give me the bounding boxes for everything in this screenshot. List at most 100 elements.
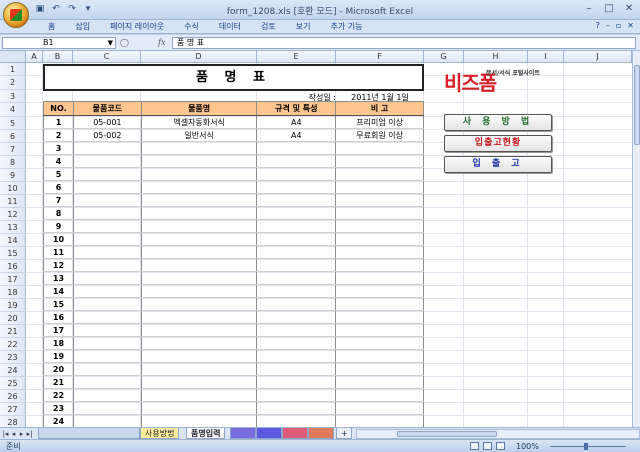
cell-code[interactable]	[72, 297, 142, 311]
sheet-tab-blue[interactable]	[256, 428, 282, 439]
row-header[interactable]: 20	[0, 312, 26, 325]
tab-data[interactable]: 데이터	[209, 21, 251, 33]
cell-note[interactable]	[335, 219, 424, 233]
cell-no[interactable]: 2	[43, 128, 74, 142]
cell-note[interactable]	[335, 271, 424, 285]
cell-no[interactable]: 24	[43, 414, 74, 427]
cell-note[interactable]	[335, 232, 424, 246]
cell-note[interactable]	[335, 414, 424, 427]
cell-no[interactable]: 10	[43, 232, 74, 246]
row-header[interactable]: 24	[0, 364, 26, 377]
cell-name[interactable]	[140, 414, 258, 427]
row-header[interactable]: 14	[0, 234, 26, 247]
cell-name[interactable]	[140, 375, 258, 389]
header-name[interactable]: 물품명	[140, 101, 258, 116]
row-header[interactable]: 12	[0, 208, 26, 221]
cell-spec[interactable]	[256, 336, 337, 350]
cell-note[interactable]	[335, 141, 424, 155]
tab-formulas[interactable]: 수식	[174, 21, 209, 33]
row-header[interactable]: 28	[0, 416, 26, 427]
chevron-down-icon[interactable]: ▼	[108, 38, 113, 48]
cell-name[interactable]	[140, 388, 258, 402]
cell-code[interactable]	[72, 349, 142, 363]
formula-input[interactable]: 품 명 표	[172, 37, 636, 49]
tab-insert[interactable]: 삽입	[65, 21, 100, 33]
cell-code[interactable]	[72, 245, 142, 259]
cell-code[interactable]	[72, 258, 142, 272]
cell-spec[interactable]	[256, 401, 337, 415]
sheet-tab-orange[interactable]	[308, 428, 334, 439]
row-header[interactable]: 11	[0, 195, 26, 208]
column-header[interactable]: D	[141, 51, 257, 63]
normal-view-icon[interactable]	[470, 442, 479, 450]
row-header[interactable]: 19	[0, 299, 26, 312]
cell-code[interactable]	[72, 401, 142, 415]
close-icon[interactable]: ✕	[622, 2, 636, 16]
cell-spec[interactable]	[256, 414, 337, 427]
cell-spec[interactable]	[256, 375, 337, 389]
cell-no[interactable]: 12	[43, 258, 74, 272]
header-spec[interactable]: 규격 및 특성	[256, 101, 337, 116]
row-header[interactable]: 4	[0, 103, 26, 117]
row-header[interactable]: 13	[0, 221, 26, 234]
cell-name[interactable]	[140, 232, 258, 246]
cell-note[interactable]: 무료회원 이상	[335, 128, 424, 142]
cell-note[interactable]	[335, 206, 424, 220]
cell-code[interactable]	[72, 284, 142, 298]
cell-no[interactable]: 22	[43, 388, 74, 402]
row-header[interactable]: 1	[0, 63, 26, 76]
row-header[interactable]: 8	[0, 156, 26, 169]
column-header[interactable]: G	[424, 51, 464, 63]
column-header[interactable]: I	[528, 51, 564, 63]
cell-name[interactable]	[140, 349, 258, 363]
cell-name[interactable]	[140, 141, 258, 155]
column-header[interactable]: E	[257, 51, 336, 63]
cell-spec[interactable]	[256, 323, 337, 337]
cell-name[interactable]	[140, 401, 258, 415]
inout-button[interactable]: 입 출 고	[444, 156, 552, 173]
cell-name[interactable]	[140, 310, 258, 324]
cell-no[interactable]: 9	[43, 219, 74, 233]
cell-spec[interactable]	[256, 349, 337, 363]
tab-review[interactable]: 검토	[251, 21, 286, 33]
minimize-icon[interactable]: –	[582, 2, 596, 16]
cell-note[interactable]	[335, 323, 424, 337]
zoom-level[interactable]: 100%	[516, 441, 539, 452]
cell-spec[interactable]	[256, 219, 337, 233]
column-header[interactable]: B	[43, 51, 73, 63]
page-break-view-icon[interactable]	[496, 442, 505, 450]
name-box[interactable]: B1 ▼	[2, 37, 116, 49]
row-header[interactable]: 6	[0, 130, 26, 143]
cell-code[interactable]	[72, 206, 142, 220]
cell-no[interactable]: 3	[43, 141, 74, 155]
cell-code[interactable]	[72, 154, 142, 168]
sheet-tab-usage[interactable]: 사용방법	[140, 428, 180, 439]
cell-note[interactable]	[335, 284, 424, 298]
cell-spec[interactable]: A4	[256, 115, 337, 129]
cell-note[interactable]	[335, 180, 424, 194]
row-header[interactable]: 17	[0, 273, 26, 286]
row-header[interactable]: 26	[0, 390, 26, 403]
cell-note[interactable]	[335, 245, 424, 259]
row-header[interactable]: 22	[0, 338, 26, 351]
cell-code[interactable]	[72, 141, 142, 155]
cell-no[interactable]: 11	[43, 245, 74, 259]
cell-no[interactable]: 6	[43, 180, 74, 194]
cell-name[interactable]	[140, 219, 258, 233]
select-all-corner[interactable]	[0, 51, 26, 63]
cell-no[interactable]: 8	[43, 206, 74, 220]
row-header[interactable]: 15	[0, 247, 26, 260]
cell-no[interactable]: 1	[43, 115, 74, 129]
cell-no[interactable]: 16	[43, 310, 74, 324]
cell-no[interactable]: 23	[43, 401, 74, 415]
cell-no[interactable]: 15	[43, 297, 74, 311]
last-sheet-icon[interactable]: ▸|	[26, 429, 33, 439]
cell-code[interactable]	[72, 167, 142, 181]
cell-no[interactable]: 17	[43, 323, 74, 337]
next-sheet-icon[interactable]: ▸	[18, 429, 25, 439]
row-header[interactable]: 21	[0, 325, 26, 338]
cell-code[interactable]	[72, 180, 142, 194]
vertical-scrollbar[interactable]	[632, 51, 640, 427]
cell-spec[interactable]	[256, 388, 337, 402]
row-header[interactable]: 16	[0, 260, 26, 273]
